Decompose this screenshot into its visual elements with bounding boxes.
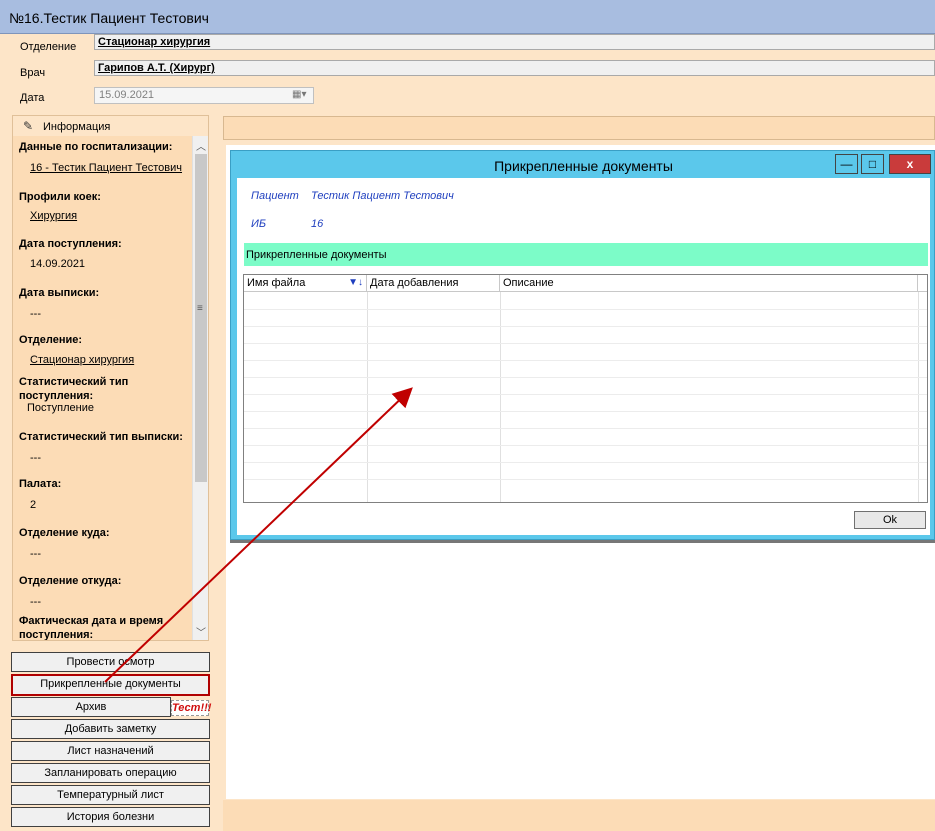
info-value-discharge-type: ---	[30, 452, 41, 464]
ok-button[interactable]: Ok	[854, 511, 926, 529]
date-field[interactable]: 15.09.2021 ▦▾	[94, 87, 314, 104]
info-title-department: Отделение:	[19, 334, 83, 346]
bottom-strip	[223, 800, 935, 831]
minimize-icon: —	[840, 157, 853, 171]
grid-row-line	[244, 343, 927, 344]
column-header-filename-label: Имя файла	[247, 277, 306, 289]
window-titlebar: №16.Тестик Пациент Тестович	[0, 0, 935, 34]
info-title-admission-type: Статистический тип	[19, 376, 129, 388]
department-field[interactable]: Стационар хирургия	[94, 34, 935, 50]
patient-label: Пациент	[251, 190, 299, 202]
close-icon: x	[906, 157, 914, 171]
grid-row-line	[244, 326, 927, 327]
right-header-strip	[223, 116, 935, 140]
date-value: 15.09.2021	[99, 89, 155, 101]
info-value-discharge-date: ---	[30, 308, 41, 320]
info-panel: ✎ Информация Данные по госпитализации: 1…	[12, 115, 209, 641]
documents-section-title: Прикрепленные документы	[246, 249, 387, 261]
info-value-dept-from: ---	[30, 596, 41, 608]
info-value-bed-profiles[interactable]: Хирургия	[30, 210, 77, 222]
window-title: №16.Тестик Пациент Тестович	[9, 10, 209, 26]
grid-col-divider	[918, 292, 919, 502]
grid-row-line	[244, 394, 927, 395]
info-scrollbar[interactable]: ︿ ≡ ﹀	[192, 136, 208, 640]
scrollbar-thumb[interactable]	[195, 154, 207, 482]
grid-header: Имя файла ▼↓ Дата добавления Описание	[244, 275, 927, 292]
info-title-actual-admission-2: поступления:	[19, 629, 94, 641]
info-value-admission-type: Поступление	[27, 402, 95, 414]
calendar-icon[interactable]: ▦▾	[292, 89, 310, 102]
info-title-hospitalization: Данные по госпитализации:	[19, 141, 173, 153]
grid-col-divider	[500, 292, 501, 502]
prescriptions-button[interactable]: Лист назначений	[11, 741, 210, 761]
patient-value: Тестик Пациент Тестович	[311, 190, 454, 202]
info-title-ward: Палата:	[19, 478, 62, 490]
add-note-button[interactable]: Добавить заметку	[11, 719, 210, 739]
doctor-field[interactable]: Гарипов А.Т. (Хирург)	[94, 60, 935, 76]
info-value-hospitalization[interactable]: 16 - Тестик Пациент Тестович	[30, 162, 182, 174]
grid-row-line	[244, 462, 927, 463]
date-label: Дата	[20, 92, 45, 104]
ib-value: 16	[311, 218, 324, 230]
history-button[interactable]: История болезни	[11, 807, 210, 827]
info-title-dept-to: Отделение куда:	[19, 527, 110, 539]
info-title-bed-profiles: Профили коек:	[19, 191, 101, 203]
archive-button[interactable]: Архив	[11, 697, 171, 717]
grid-row-line	[244, 309, 927, 310]
minimize-button[interactable]: —	[835, 154, 858, 174]
grid-col-divider	[367, 292, 368, 502]
dialog-shadow	[230, 540, 935, 543]
info-title-discharge-type: Статистический тип выписки:	[19, 431, 183, 443]
department-label: Отделение	[20, 41, 77, 53]
info-value-ward: 2	[30, 499, 37, 511]
grid-row-line	[244, 479, 927, 480]
documents-section-bar: Прикрепленные документы	[244, 243, 928, 266]
info-value-dept-to: ---	[30, 548, 41, 560]
plan-operation-button[interactable]: Запланировать операцию	[11, 763, 210, 783]
grid-row-line	[244, 445, 927, 446]
grid-row-line	[244, 428, 927, 429]
test-badge: Тест!!!	[171, 700, 212, 716]
temperature-sheet-button[interactable]: Температурный лист	[11, 785, 210, 805]
grid-row-line	[244, 377, 927, 378]
column-header-date-added[interactable]: Дата добавления	[367, 275, 500, 292]
info-title-discharge-date: Дата выписки:	[19, 287, 100, 299]
scroll-up-icon[interactable]: ︿	[196, 138, 206, 153]
column-header-filename[interactable]: Имя файла ▼↓	[244, 275, 367, 292]
maximize-button[interactable]: □	[861, 154, 884, 174]
column-header-description[interactable]: Описание	[500, 275, 918, 292]
info-header: ✎ Информация	[13, 116, 208, 136]
filter-sort-icon[interactable]: ▼↓	[348, 275, 363, 291]
ib-label: ИБ	[251, 218, 267, 230]
dialog-body: Пациент Тестик Пациент Тестович ИБ 16 Пр…	[237, 178, 930, 535]
attached-documents-dialog: Прикрепленные документы — □ x Пациент Те…	[230, 150, 935, 540]
attached-documents-button[interactable]: Прикрепленные документы	[11, 674, 210, 696]
grid-row-line	[244, 411, 927, 412]
info-title-admission-date: Дата поступления:	[19, 238, 122, 250]
info-value-department[interactable]: Стационар хирургия	[30, 354, 134, 366]
grid-row-line	[244, 360, 927, 361]
info-value-admission-date: 14.09.2021	[30, 258, 86, 270]
scroll-grip-icon: ≡	[197, 303, 203, 314]
examine-button[interactable]: Провести осмотр	[11, 652, 210, 672]
dialog-title: Прикрепленные документы	[494, 158, 673, 174]
info-title-dept-from: Отделение откуда:	[19, 575, 122, 587]
info-title-actual-admission: Фактическая дата и время	[19, 615, 164, 627]
scroll-down-icon[interactable]: ﹀	[196, 624, 206, 639]
maximize-icon: □	[868, 157, 877, 171]
documents-grid[interactable]: Имя файла ▼↓ Дата добавления Описание	[243, 274, 928, 503]
close-button[interactable]: x	[889, 154, 931, 174]
doctor-label: Врач	[20, 67, 46, 79]
info-header-label: Информация	[43, 121, 111, 133]
info-icon: ✎	[23, 119, 34, 133]
info-title-admission-type-2: поступления:	[19, 390, 94, 402]
